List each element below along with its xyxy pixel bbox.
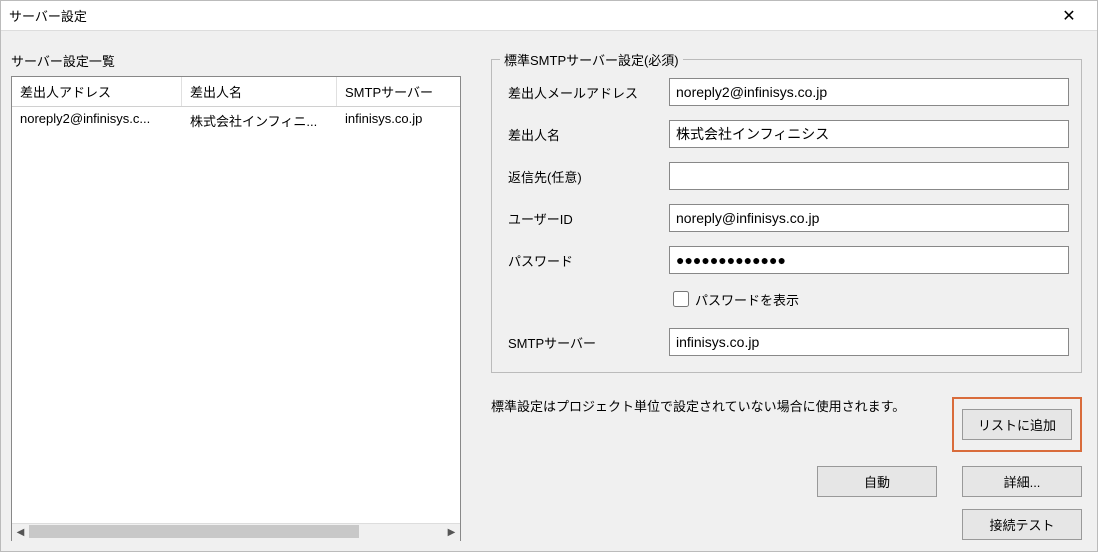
scroll-left-icon[interactable]: ◀ (12, 524, 29, 541)
server-list[interactable]: 差出人アドレス 差出人名 SMTPサーバー noreply2@infinisys… (11, 76, 461, 541)
smtp-groupbox: 標準SMTPサーバー設定(必須) 差出人メールアドレス 差出人名 返信先(任意)… (491, 59, 1082, 373)
detail-button[interactable]: 詳細... (962, 466, 1082, 497)
sender-address-input[interactable] (669, 78, 1069, 106)
list-header: 差出人アドレス 差出人名 SMTPサーバー (12, 77, 460, 107)
auto-button[interactable]: 自動 (817, 466, 937, 497)
note-text: 標準設定はプロジェクト単位で設定されていない場合に使用されます。 (491, 397, 952, 417)
cell-name: 株式会社インフィニ... (182, 107, 337, 134)
add-list-highlight: リストに追加 (952, 397, 1082, 452)
horizontal-scrollbar[interactable]: ◀ ▶ (12, 523, 460, 540)
show-password-label: パスワードを表示 (695, 290, 799, 309)
password-input[interactable] (669, 246, 1069, 274)
scroll-track[interactable] (29, 524, 443, 541)
reply-to-input[interactable] (669, 162, 1069, 190)
sender-name-label: 差出人名 (504, 125, 669, 144)
reply-to-label: 返信先(任意) (504, 167, 669, 186)
cell-smtp: infinisys.co.jp (337, 107, 460, 134)
add-to-list-button[interactable]: リストに追加 (962, 409, 1072, 440)
smtp-settings-panel: 標準SMTPサーバー設定(必須) 差出人メールアドレス 差出人名 返信先(任意)… (491, 51, 1082, 541)
scroll-thumb[interactable] (29, 525, 359, 538)
show-password-checkbox[interactable] (673, 291, 689, 307)
scroll-right-icon[interactable]: ▶ (443, 524, 460, 541)
content-area: サーバー設定一覧 差出人アドレス 差出人名 SMTPサーバー noreply2@… (1, 31, 1097, 551)
smtp-server-input[interactable] (669, 328, 1069, 356)
sender-name-input[interactable] (669, 120, 1069, 148)
server-list-label: サーバー設定一覧 (11, 51, 461, 70)
col-sender-name[interactable]: 差出人名 (182, 77, 337, 106)
close-icon[interactable]: ✕ (1049, 2, 1089, 30)
table-row[interactable]: noreply2@infinisys.c... 株式会社インフィニ... inf… (12, 107, 460, 134)
user-id-input[interactable] (669, 204, 1069, 232)
cell-address: noreply2@infinisys.c... (12, 107, 182, 134)
server-settings-window: サーバー設定 ✕ サーバー設定一覧 差出人アドレス 差出人名 SMTPサーバー … (0, 0, 1098, 552)
col-sender-address[interactable]: 差出人アドレス (12, 77, 182, 106)
server-list-panel: サーバー設定一覧 差出人アドレス 差出人名 SMTPサーバー noreply2@… (11, 51, 461, 541)
user-id-label: ユーザーID (504, 209, 669, 228)
list-body: noreply2@infinisys.c... 株式会社インフィニ... inf… (12, 107, 460, 523)
col-smtp-server[interactable]: SMTPサーバー (337, 77, 460, 106)
groupbox-label: 標準SMTPサーバー設定(必須) (500, 50, 683, 69)
connection-test-button[interactable]: 接続テスト (962, 509, 1082, 540)
smtp-server-label: SMTPサーバー (504, 333, 669, 352)
titlebar: サーバー設定 ✕ (1, 1, 1097, 31)
password-label: パスワード (504, 251, 669, 270)
window-title: サーバー設定 (9, 6, 1049, 25)
sender-address-label: 差出人メールアドレス (504, 83, 669, 102)
